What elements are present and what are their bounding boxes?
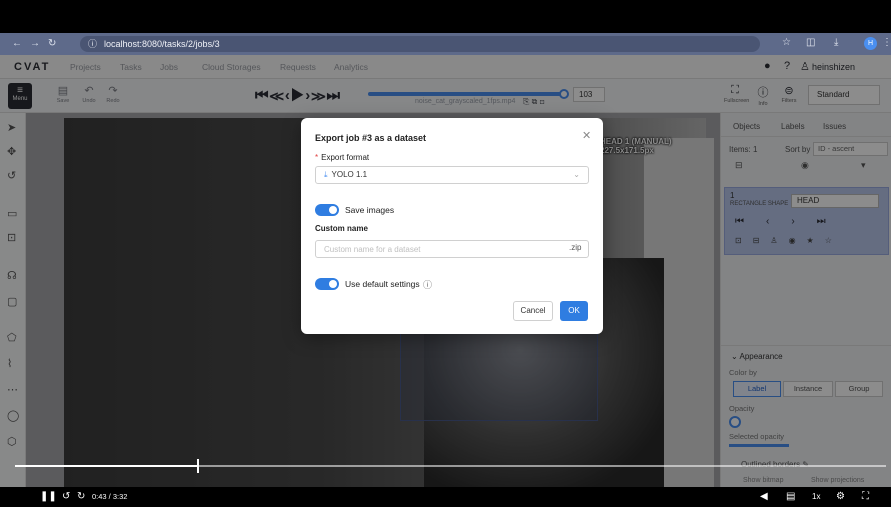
pause-icon[interactable]: ❚❚	[40, 491, 57, 502]
bookmark-star-icon[interactable]: ☆	[782, 37, 791, 48]
export-dataset-modal: Export job #3 as a dataset ✕ * Export for…	[301, 118, 603, 334]
playback-speed-icon[interactable]: 1x	[812, 492, 820, 501]
modal-title: Export job #3 as a dataset	[315, 133, 427, 143]
back-icon[interactable]: ←	[12, 38, 22, 49]
toggle-knob	[329, 280, 337, 288]
use-default-settings-toggle[interactable]	[315, 278, 339, 290]
site-info-icon[interactable]: ⓘ	[88, 36, 97, 52]
volume-icon[interactable]: ◀	[760, 491, 768, 502]
chevron-down-icon: ⌄	[573, 170, 580, 179]
export-format-select[interactable]: ⤓ YOLO 1.1 ⌄	[315, 166, 589, 184]
save-images-toggle[interactable]	[315, 204, 339, 216]
use-default-settings-label: Use default settings	[345, 279, 420, 289]
download-format-icon: ⤓	[324, 170, 328, 179]
video-time: 0:43 / 3:32	[92, 492, 128, 501]
forward-skip-icon[interactable]: ↻	[77, 491, 85, 502]
screen: ← → ↻ ⓘ localhost:8080/tasks/2/jobs/3 ☆ …	[0, 0, 891, 507]
video-controls: ❚❚ ↺ ↻ 0:43 / 3:32 ◀ ▤ 1x ⚙ ⛶	[0, 487, 891, 507]
more-menu-icon[interactable]: ⋮	[882, 37, 891, 48]
cancel-button[interactable]: Cancel	[513, 301, 553, 321]
settings-gear-icon[interactable]: ⚙	[836, 491, 845, 502]
question-circle-icon[interactable]: ⓘ	[423, 278, 432, 291]
close-icon[interactable]: ✕	[582, 129, 591, 142]
fullscreen-video-icon[interactable]: ⛶	[862, 491, 869, 502]
address-bar[interactable]: ⓘ localhost:8080/tasks/2/jobs/3	[80, 36, 760, 52]
video-scrubber[interactable]	[196, 459, 199, 473]
ok-button[interactable]: OK	[560, 301, 588, 321]
zip-suffix: .zip	[569, 243, 582, 252]
rewind-icon[interactable]: ↺	[62, 491, 70, 502]
custom-name-label: Custom name	[315, 224, 368, 233]
custom-name-input[interactable]	[315, 240, 589, 258]
video-progress-played	[15, 465, 198, 467]
reload-icon[interactable]: ↻	[48, 38, 56, 49]
browser-toolbar: ← → ↻ ⓘ localhost:8080/tasks/2/jobs/3 ☆ …	[0, 33, 891, 55]
export-format-label: * Export format	[315, 153, 370, 162]
video-progress-bar[interactable]	[15, 459, 886, 473]
toggle-knob	[329, 206, 337, 214]
export-format-label-text: Export format	[321, 153, 370, 162]
download-icon[interactable]: ⤓	[834, 37, 838, 48]
profile-avatar[interactable]: H	[864, 37, 877, 50]
export-format-value: YOLO 1.1	[331, 170, 368, 179]
address-text: localhost:8080/tasks/2/jobs/3	[104, 39, 220, 49]
save-images-label: Save images	[345, 205, 395, 215]
extensions-icon[interactable]: ◫	[806, 37, 815, 48]
forward-icon[interactable]: →	[30, 38, 40, 49]
captions-icon[interactable]: ▤	[786, 491, 795, 502]
